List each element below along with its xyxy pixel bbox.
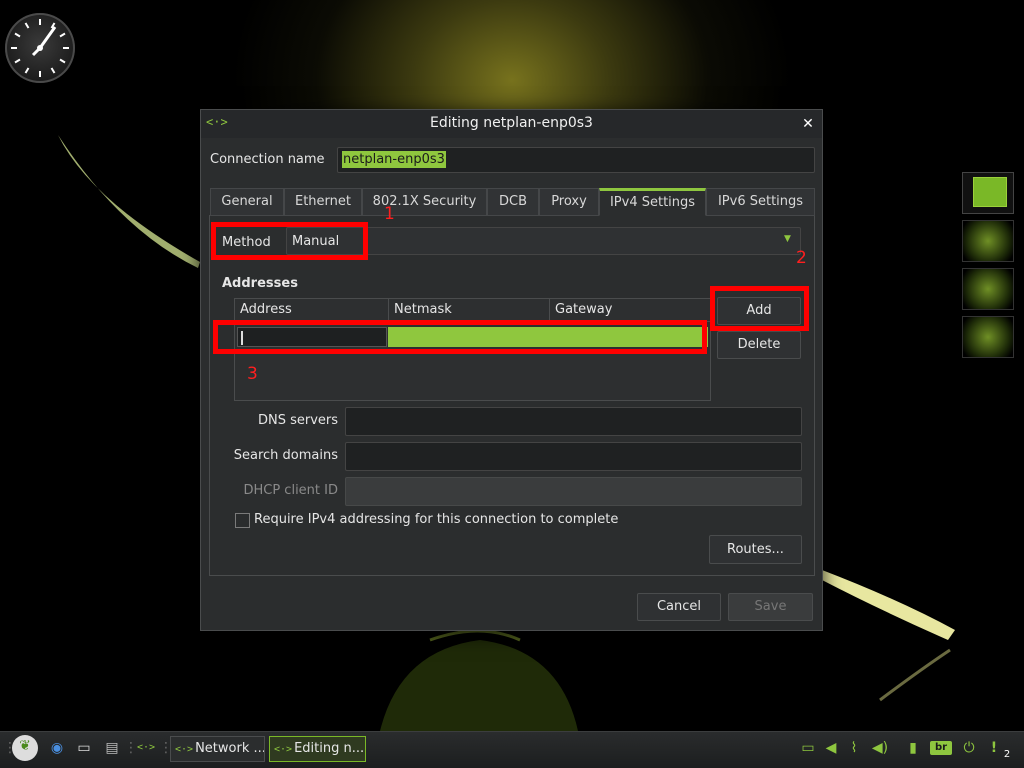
connection-name-label: Connection name bbox=[210, 152, 325, 167]
require-ipv4-label[interactable]: Require IPv4 addressing for this connect… bbox=[254, 512, 618, 527]
annotation-number: 1 bbox=[384, 204, 395, 224]
save-button: Save bbox=[728, 593, 813, 621]
separator-handle-icon: ⋮ bbox=[124, 737, 138, 759]
dhcp-client-id-input bbox=[345, 477, 802, 506]
workspace-thumbnail[interactable] bbox=[962, 316, 1014, 358]
taskbar-task-network[interactable]: <·> Network ... bbox=[170, 736, 265, 762]
network-connection-icon[interactable]: <·> bbox=[135, 737, 157, 759]
network-connection-icon: <·> bbox=[274, 744, 293, 755]
task-label: Editing n... bbox=[294, 741, 365, 756]
taskbar-task-editing[interactable]: <·> Editing n... bbox=[269, 736, 366, 762]
connection-name-value: netplan-enp0s3 bbox=[342, 151, 446, 168]
addresses-heading: Addresses bbox=[222, 276, 298, 291]
column-header-address[interactable]: Address bbox=[235, 299, 389, 322]
annotation-box-add bbox=[710, 286, 809, 331]
column-header-netmask[interactable]: Netmask bbox=[389, 299, 550, 322]
cancel-button[interactable]: Cancel bbox=[637, 593, 721, 621]
task-label: Network ... bbox=[195, 741, 265, 756]
workspace-switcher bbox=[962, 172, 1016, 364]
notification-count: 2 bbox=[1003, 749, 1011, 760]
clock-widget bbox=[5, 13, 75, 83]
power-icon[interactable]: ⏻ bbox=[958, 737, 980, 759]
dhcp-client-id-label: DHCP client ID bbox=[243, 483, 338, 498]
connection-name-input[interactable]: netplan-enp0s3 bbox=[337, 147, 815, 173]
routes-button[interactable]: Routes... bbox=[709, 535, 802, 564]
workspace-thumbnail[interactable] bbox=[962, 172, 1014, 214]
file-manager-icon[interactable]: ▭ bbox=[73, 737, 95, 759]
close-button[interactable]: ✕ bbox=[799, 115, 817, 133]
workspace-thumbnail[interactable] bbox=[962, 268, 1014, 310]
app-menu-icon[interactable]: ❦ bbox=[12, 735, 38, 761]
search-domains-label: Search domains bbox=[233, 448, 338, 463]
tab-ethernet[interactable]: Ethernet bbox=[284, 188, 362, 216]
chevron-down-icon: ▼ bbox=[784, 234, 791, 244]
separator-handle-icon: ⋮ bbox=[159, 737, 173, 759]
search-domains-input[interactable] bbox=[345, 442, 802, 471]
annotation-number: 2 bbox=[796, 248, 807, 268]
browser-icon[interactable]: ◉ bbox=[46, 737, 68, 759]
tab-general[interactable]: General bbox=[210, 188, 284, 216]
terminal-icon[interactable]: ▤ bbox=[101, 737, 123, 759]
arrow-left-icon[interactable]: ◀ bbox=[820, 737, 842, 759]
annotation-number: 3 bbox=[247, 364, 258, 384]
annotation-box-address-row bbox=[213, 320, 707, 354]
network-connection-icon: <·> bbox=[175, 744, 194, 755]
tab-proxy[interactable]: Proxy bbox=[539, 188, 599, 216]
dialog-title: Editing netplan-enp0s3 bbox=[430, 115, 593, 131]
notification-icon[interactable]: ! bbox=[988, 737, 1000, 759]
drag-handle-icon[interactable]: ⋮ bbox=[3, 737, 17, 759]
dns-servers-input[interactable] bbox=[345, 407, 802, 436]
tab-dcb[interactable]: DCB bbox=[487, 188, 539, 216]
paperclip-icon[interactable]: ⌇ bbox=[843, 737, 865, 759]
workspace-thumbnail[interactable] bbox=[962, 220, 1014, 262]
tab-8021x-security[interactable]: 802.1X Security bbox=[362, 188, 487, 216]
annotation-box-method bbox=[211, 222, 368, 260]
battery-icon[interactable]: ▮ bbox=[902, 737, 924, 759]
keyboard-layout-indicator[interactable]: br bbox=[930, 741, 952, 755]
clock-face-icon bbox=[11, 19, 69, 77]
require-ipv4-checkbox[interactable] bbox=[235, 513, 250, 528]
display-icon[interactable]: ▭ bbox=[797, 737, 819, 759]
tab-ipv4-settings[interactable]: IPv4 Settings bbox=[599, 188, 706, 216]
delete-button[interactable]: Delete bbox=[717, 331, 801, 359]
column-header-gateway[interactable]: Gateway bbox=[550, 299, 710, 322]
dns-servers-label: DNS servers bbox=[257, 413, 338, 428]
tab-ipv6-settings[interactable]: IPv6 Settings bbox=[706, 188, 815, 216]
volume-icon[interactable]: ◀) bbox=[869, 737, 891, 759]
edit-connection-dialog: <·> Editing netplan-enp0s3 ✕ Connection … bbox=[200, 109, 823, 631]
